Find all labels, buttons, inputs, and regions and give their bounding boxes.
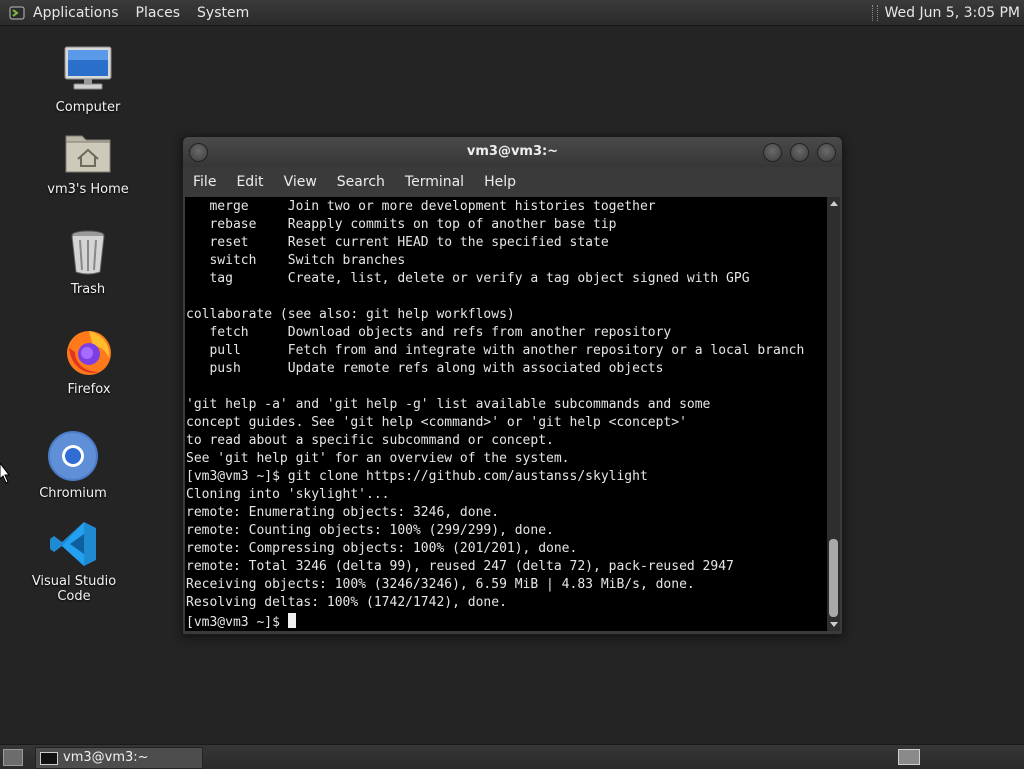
terminal-text: merge Join two or more development histo… — [186, 199, 805, 610]
terminal-icon — [40, 752, 58, 765]
show-desktop-icon[interactable] — [3, 749, 23, 766]
window-menu-button[interactable] — [189, 143, 208, 162]
trash-icon — [62, 226, 114, 278]
minimize-button[interactable] — [763, 143, 782, 162]
panel-right-area: Wed Jun 5, 3:05 PM — [872, 0, 1024, 25]
menu-edit[interactable]: Edit — [236, 174, 263, 190]
terminal-prompt: [vm3@vm3 ~]$ — [186, 615, 288, 630]
window-titlebar[interactable]: vm3@vm3:~ — [183, 137, 842, 167]
home-folder-icon — [62, 126, 114, 178]
terminal-cursor — [287, 613, 296, 628]
scroll-up-arrow-icon[interactable] — [830, 201, 838, 206]
desktop-icon-computer[interactable]: Computer — [28, 44, 148, 115]
panel-clock[interactable]: Wed Jun 5, 3:05 PM — [884, 5, 1020, 21]
maximize-button[interactable] — [790, 143, 809, 162]
menu-help[interactable]: Help — [484, 174, 516, 190]
taskbar-item-label: vm3@vm3:~ — [63, 750, 149, 765]
gnome-foot-icon[interactable] — [9, 5, 25, 21]
desktop-icon-label: vm3's Home — [47, 182, 129, 197]
system-menu[interactable]: System — [197, 5, 249, 21]
menu-terminal[interactable]: Terminal — [405, 174, 464, 190]
workspace-switcher[interactable] — [898, 749, 920, 765]
desktop-icon-label: Firefox — [67, 382, 111, 397]
close-button[interactable] — [817, 143, 836, 162]
top-panel: Applications Places System Wed Jun 5, 3:… — [0, 0, 1024, 26]
vscode-icon — [48, 518, 100, 570]
desktop-icon-label: Computer — [55, 100, 121, 115]
places-menu[interactable]: Places — [136, 5, 181, 21]
window-title: vm3@vm3:~ — [466, 144, 559, 159]
desktop-icon-home[interactable]: vm3's Home — [28, 126, 148, 197]
panel-grip-handle[interactable] — [872, 4, 879, 21]
taskbar-item-terminal[interactable]: vm3@vm3:~ — [35, 747, 203, 769]
desktop-icon-chromium[interactable]: Chromium — [13, 430, 133, 501]
terminal-menubar: File Edit View Search Terminal Help — [183, 167, 842, 196]
desktop-icon-label: Chromium — [39, 486, 107, 501]
desktop-icon-vscode[interactable]: Visual Studio Code — [14, 518, 134, 604]
desktop-icon-firefox[interactable]: Firefox — [29, 326, 149, 397]
menu-search[interactable]: Search — [337, 174, 385, 190]
terminal-output[interactable]: merge Join two or more development histo… — [185, 197, 827, 631]
applications-menu[interactable]: Applications — [33, 5, 119, 21]
firefox-icon — [63, 326, 115, 378]
chromium-icon — [47, 430, 99, 482]
desktop-icon-label: Trash — [70, 282, 106, 297]
terminal-window[interactable]: vm3@vm3:~ File Edit View Search Terminal… — [182, 136, 843, 635]
menu-view[interactable]: View — [284, 174, 317, 190]
mouse-pointer-icon — [0, 462, 10, 489]
bottom-panel: vm3@vm3:~ — [0, 744, 1024, 769]
scroll-down-arrow-icon[interactable] — [830, 622, 838, 627]
terminal-prompt-line[interactable]: [vm3@vm3 ~]$ — [185, 612, 827, 631]
menu-file[interactable]: File — [193, 174, 216, 190]
terminal-scrollbar[interactable] — [827, 197, 840, 631]
scrollbar-thumb[interactable] — [829, 539, 838, 617]
computer-icon — [62, 44, 114, 96]
desktop-icon-trash[interactable]: Trash — [28, 226, 148, 297]
desktop-icon-label: Visual Studio Code — [31, 574, 117, 604]
